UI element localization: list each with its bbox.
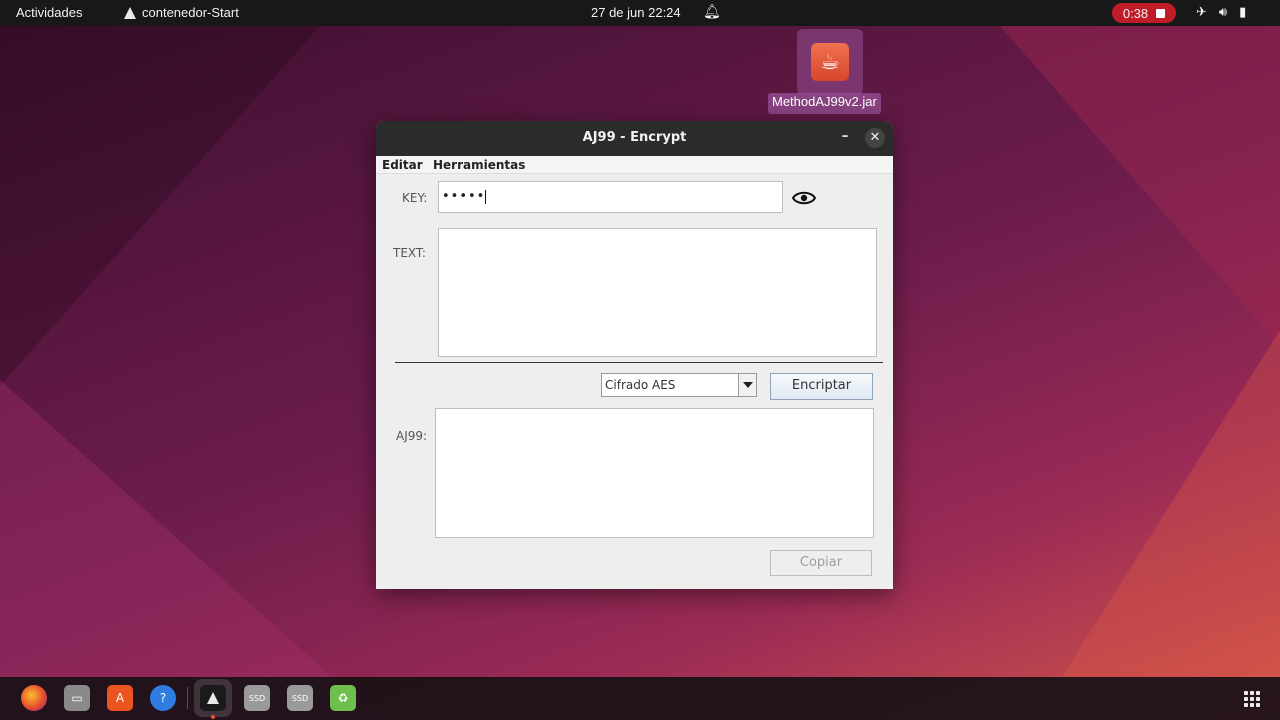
firefox-icon[interactable]	[21, 685, 47, 711]
running-indicator	[211, 715, 215, 719]
text-label: TEXT:	[393, 246, 426, 260]
app-menu[interactable]: contenedor-Start	[124, 5, 239, 20]
disk-icon[interactable]: SSD	[287, 685, 313, 711]
text-caret	[485, 189, 487, 204]
airplane-icon: ✈	[1196, 4, 1207, 19]
text-input[interactable]	[438, 228, 877, 357]
recording-time: 0:38	[1122, 5, 1149, 21]
notification-bell-icon[interactable]: 🔔︎	[703, 3, 721, 20]
help-icon[interactable]: ?	[150, 685, 176, 711]
menu-bar: Editar Herramientas	[376, 156, 893, 174]
key-field[interactable]: •••••	[438, 181, 783, 213]
dock: ▭ A ? SSD SSD ♻	[0, 677, 1280, 720]
app-launcher-icon[interactable]	[200, 685, 226, 711]
software-icon[interactable]: A	[107, 685, 133, 711]
desktop-file-label[interactable]: MethodAJ99v2.jar	[768, 93, 881, 114]
cipher-select-value: Cifrado AES	[605, 378, 676, 392]
activities-button[interactable]: Actividades	[16, 5, 82, 20]
wallpaper-facet	[1000, 26, 1280, 346]
wallpaper-facet	[0, 380, 380, 720]
app-triangle-icon	[124, 6, 136, 19]
minimize-icon[interactable]: –	[835, 128, 855, 148]
desktop-file-icon[interactable]: ☕	[797, 29, 863, 95]
output-text-area[interactable]	[435, 408, 874, 538]
java-icon: ☕	[811, 43, 849, 81]
cipher-select[interactable]: Cifrado AES	[601, 373, 757, 397]
top-bar: Actividades contenedor-Start 27 de jun 2…	[0, 0, 1280, 26]
encrypt-button[interactable]: Encriptar	[770, 373, 873, 400]
volume-icon: 🔊︎	[1218, 4, 1228, 19]
recording-indicator[interactable]: 0:38	[1112, 3, 1176, 23]
app-name: contenedor-Start	[142, 5, 239, 20]
battery-icon: ▮	[1239, 4, 1247, 19]
stop-icon	[1156, 8, 1166, 18]
wallpaper-facet	[0, 26, 320, 386]
close-icon[interactable]: ✕	[865, 128, 885, 148]
eye-icon[interactable]	[792, 189, 816, 207]
output-label: AJ99:	[396, 429, 428, 443]
chevron-down-icon[interactable]	[738, 374, 756, 396]
system-tray[interactable]: ✈ 🔊︎ ▮	[1196, 4, 1246, 20]
clock[interactable]: 27 de jun 22:24	[591, 5, 681, 20]
files-icon[interactable]: ▭	[64, 685, 90, 711]
separator	[395, 362, 883, 363]
window-title: AJ99 - Encrypt	[582, 130, 687, 145]
encrypt-window: AJ99 - Encrypt – ✕ Editar Herramientas K…	[376, 121, 893, 589]
menu-editar[interactable]: Editar	[382, 158, 423, 172]
menu-herramientas[interactable]: Herramientas	[433, 158, 525, 172]
disk-icon[interactable]: SSD	[244, 685, 270, 711]
window-titlebar[interactable]: AJ99 - Encrypt – ✕	[376, 121, 893, 156]
copy-button[interactable]: Copiar	[770, 550, 872, 576]
key-value: •••••	[442, 189, 486, 204]
trash-icon[interactable]: ♻	[330, 685, 356, 711]
wallpaper-facet	[1060, 330, 1280, 680]
key-label: KEY:	[402, 191, 428, 205]
show-apps-icon[interactable]	[1244, 691, 1260, 707]
dock-divider	[187, 687, 188, 709]
